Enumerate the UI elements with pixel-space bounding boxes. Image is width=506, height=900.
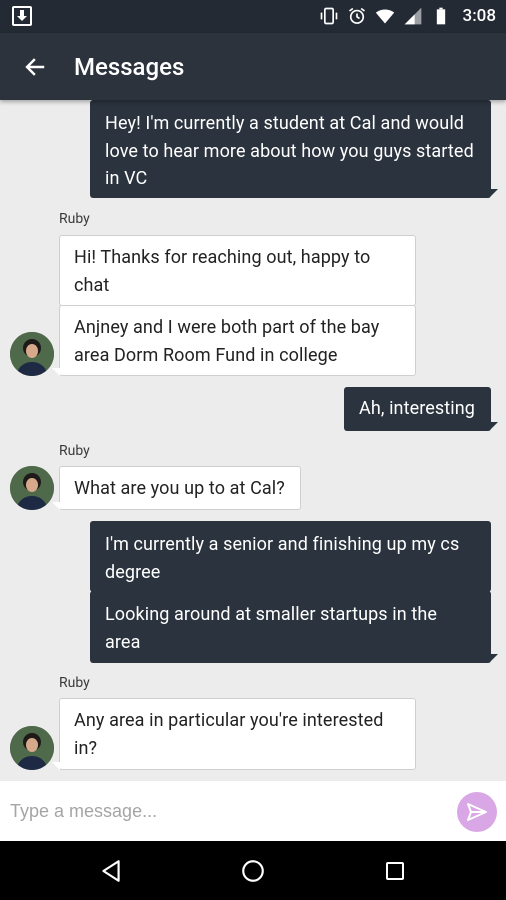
message-text: What are you up to at Cal? (74, 478, 285, 499)
avatar-photo-icon (10, 332, 54, 376)
message-text: Looking around at smaller startups in th… (105, 604, 437, 653)
download-notification-icon (12, 6, 32, 26)
sender-name: Ruby (59, 211, 90, 227)
nav-recents-button[interactable] (379, 855, 411, 887)
square-recents-icon (386, 862, 404, 880)
bubble-tail (489, 189, 498, 198)
bubble-tail (489, 654, 498, 663)
app-bar: Messages (0, 33, 506, 100)
message-text: Ah, interesting (359, 398, 475, 419)
message-text: Hi! Thanks for reaching out, happy to ch… (74, 247, 371, 296)
system-nav-bar (0, 841, 506, 900)
circle-home-icon (242, 860, 264, 882)
avatar[interactable] (10, 332, 54, 376)
nav-back-button[interactable] (95, 855, 127, 887)
message-text: Anjney and I were both part of the bay a… (74, 317, 380, 366)
send-icon (467, 803, 487, 821)
message-list[interactable]: Hey! I'm currently a student at Cal and … (0, 100, 506, 781)
send-button[interactable] (457, 792, 497, 832)
outgoing-message[interactable]: Hey! I'm currently a student at Cal and … (90, 100, 491, 198)
message-input[interactable] (10, 798, 430, 824)
bubble-tail (52, 502, 60, 510)
status-bar: 3:08 (0, 0, 506, 33)
message-text: I'm currently a senior and finishing up … (105, 534, 460, 583)
vibrate-icon (320, 7, 337, 25)
incoming-message[interactable]: Any area in particular you're interested… (59, 698, 416, 770)
incoming-message[interactable]: Anjney and I were both part of the bay a… (59, 305, 416, 376)
incoming-message[interactable]: What are you up to at Cal? (59, 466, 301, 510)
back-button[interactable] (0, 33, 70, 100)
sender-name: Ruby (59, 675, 90, 691)
wifi-icon (375, 9, 394, 24)
outgoing-message[interactable]: Ah, interesting (344, 387, 491, 431)
sender-name: Ruby (59, 443, 90, 459)
message-text: Hey! I'm currently a student at Cal and … (105, 113, 474, 189)
triangle-back-icon (102, 860, 120, 882)
avatar-photo-icon (10, 466, 54, 510)
incoming-message[interactable]: Hi! Thanks for reaching out, happy to ch… (59, 235, 416, 306)
status-time: 3:08 (462, 6, 496, 26)
outgoing-message[interactable]: Looking around at smaller startups in th… (90, 591, 491, 663)
bubble-tail (489, 422, 498, 431)
alarm-icon (348, 7, 365, 24)
arrow-left-icon (25, 57, 45, 76)
bubble-tail (52, 368, 60, 376)
avatar[interactable] (10, 466, 54, 510)
avatar[interactable] (10, 726, 54, 770)
composer (0, 781, 506, 841)
status-icons: 3:08 (319, 5, 496, 27)
page-title: Messages (74, 52, 185, 81)
signal-icon (404, 7, 421, 25)
message-text: Any area in particular you're interested… (74, 710, 384, 759)
avatar-photo-icon (10, 726, 54, 770)
battery-icon (436, 7, 445, 25)
outgoing-message[interactable]: I'm currently a senior and finishing up … (90, 521, 491, 592)
nav-home-button[interactable] (237, 855, 269, 887)
bubble-tail (52, 762, 60, 770)
